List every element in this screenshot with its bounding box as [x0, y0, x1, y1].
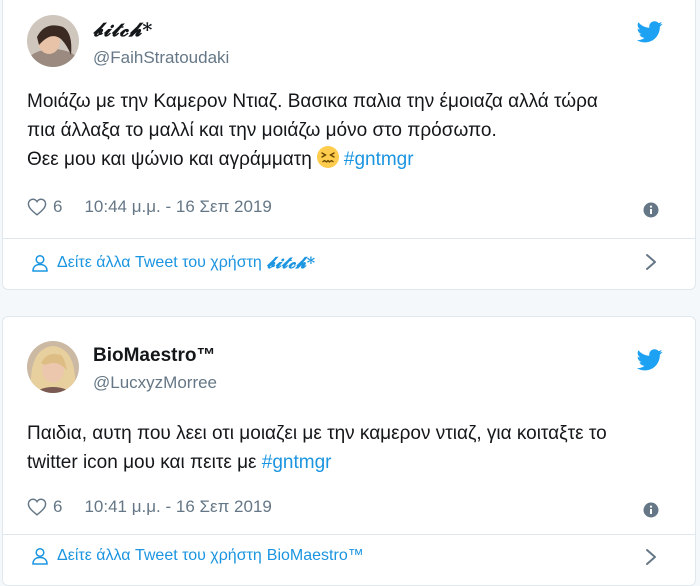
user-handle[interactable]: @LucxyzMorree [93, 373, 217, 393]
more-tweets-label: Δείτε άλλα Tweet του χρήστη [57, 547, 262, 564]
twitter-bird-icon[interactable] [637, 21, 663, 43]
person-icon [32, 254, 48, 272]
tweet-card: BioMaestro™ @LucxyzMorree Παιδια, αυτη π… [2, 316, 696, 586]
avatar[interactable] [27, 15, 79, 67]
display-name[interactable]: BioMaestro™ [93, 345, 215, 367]
avatar-photo [27, 15, 79, 67]
divider [3, 534, 695, 535]
more-tweets-link[interactable]: Δείτε άλλα Tweet του χρήστη 𝓫𝓲𝓽𝓬𝓱* [31, 253, 316, 273]
tweet-meta: 6 10:44 μ.μ. - 16 Σεπ 2019 [27, 197, 272, 217]
tweet-text-line: πια άλλαξα το μαλλί και την μοιάζω μόνο … [27, 120, 497, 141]
tweet-text-line: twitter icon μου και πειτε με [27, 452, 257, 473]
tweet-text: Παιδια, αυτη που λεει οτι μοιαζει με την… [27, 419, 677, 477]
like-count: 6 [53, 197, 63, 216]
more-tweets-username: BioMaestro™ [266, 547, 364, 564]
like-count: 6 [53, 497, 63, 516]
chevron-right-icon[interactable] [645, 548, 657, 566]
twitter-bird-icon[interactable] [637, 349, 663, 371]
tweet-timestamp[interactable]: 10:44 μ.μ. - 16 Σεπ 2019 [84, 197, 271, 217]
tweet-timestamp[interactable]: 10:41 μ.μ. - 16 Σεπ 2019 [84, 497, 271, 517]
tweet-text-line: Παιδια, αυτη που λεει οτι μοιαζει με την… [27, 423, 607, 444]
info-icon[interactable] [643, 502, 659, 518]
tweet-text-line: Θεε μου και ψώνιο και αγράμματη [27, 149, 312, 170]
hashtag-link[interactable]: #gntmgr [262, 452, 332, 473]
tweet-text-line-last: twitter icon μου και πειτε με #gntmgr [27, 448, 677, 477]
heart-icon[interactable] [27, 198, 47, 216]
confounded-face-icon [316, 146, 339, 168]
heart-icon[interactable] [27, 498, 47, 516]
more-tweets-label: Δείτε άλλα Tweet του χρήστη [57, 254, 262, 271]
tweet-text-line: Μοιάζω με την Καμερον Ντιαζ. Βασικα παλι… [27, 91, 598, 112]
tweet-text-line-last: Θεε μου και ψώνιο και αγράμματη #gntmgr [27, 145, 677, 174]
chevron-right-icon[interactable] [645, 253, 657, 271]
tweet-card: 𝓫𝓲𝓽𝓬𝓱* @FaihStratoudaki Μοιάζω με την Κα… [2, 0, 696, 290]
person-icon [32, 547, 48, 565]
more-tweets-link[interactable]: Δείτε άλλα Tweet του χρήστη BioMaestro™ [31, 547, 364, 565]
avatar-photo [27, 341, 79, 393]
tweet-text: Μοιάζω με την Καμερον Ντιαζ. Βασικα παλι… [27, 87, 677, 174]
more-tweets-username: 𝓫𝓲𝓽𝓬𝓱* [266, 253, 316, 272]
hashtag-link[interactable]: #gntmgr [344, 149, 414, 170]
tweet-meta: 6 10:41 μ.μ. - 16 Σεπ 2019 [27, 497, 272, 517]
info-icon[interactable] [643, 202, 659, 218]
divider [3, 238, 695, 239]
user-handle[interactable]: @FaihStratoudaki [93, 48, 229, 68]
display-name[interactable]: 𝓫𝓲𝓽𝓬𝓱* [93, 19, 153, 41]
avatar[interactable] [27, 341, 79, 393]
